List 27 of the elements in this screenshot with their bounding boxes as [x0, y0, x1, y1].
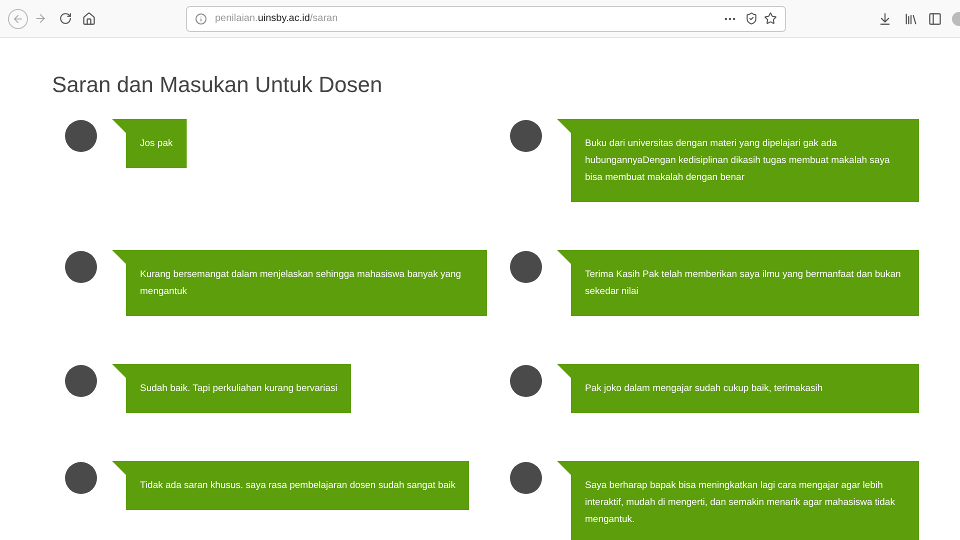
- comment-bubble: Buku dari universitas dengan materi yang dipelajari gak ada hubungannyaDengan kedisiplinan dikasih tugas membuat makalah saya bisa membuat makalah dengan benar: [557, 119, 919, 202]
- avatar: [510, 251, 542, 283]
- comment-bubble: Kurang bersemangat dalam menjelaskan sehingga mahasiswa banyak yang mengantuk: [112, 250, 487, 316]
- library-icon[interactable]: [904, 12, 918, 26]
- comment-bubble: Pak joko dalam mengajar sudah cukup baik, terimakasih: [557, 364, 919, 413]
- address-bar[interactable]: penilaian.uinsby.ac.id/saran: [186, 6, 786, 32]
- avatar: [510, 365, 542, 397]
- home-button[interactable]: [82, 12, 96, 26]
- avatar: [510, 462, 542, 494]
- page-title: Saran dan Masukan Untuk Dosen: [52, 72, 384, 98]
- avatar: [65, 251, 97, 283]
- download-icon[interactable]: [878, 12, 892, 26]
- comment-bubble: Jos pak: [112, 119, 187, 168]
- back-arrow-icon: [12, 12, 24, 24]
- comment-bubble: Tidak ada saran khusus. saya rasa pembelajaran dosen sudah sangat baik: [112, 461, 470, 510]
- info-icon[interactable]: [195, 12, 207, 24]
- reload-button[interactable]: [59, 12, 72, 25]
- comment-bubble: Terima Kasih Pak telah memberikan saya ilmu yang bermanfaat dan bukan sekedar nilai: [557, 250, 919, 316]
- avatar: [65, 462, 97, 494]
- url-text: penilaian.uinsby.ac.id/saran: [215, 12, 338, 26]
- avatar: [510, 120, 542, 152]
- sidebar-icon[interactable]: [928, 12, 942, 26]
- avatar: [65, 120, 97, 152]
- comment-bubble: Sudah baik. Tapi perkuliahan kurang bervariasi: [112, 364, 352, 413]
- comment-bubble: Saya berharap bapak bisa meningkatkan lagi cara mengajar agar lebih interaktif, mudah di mengerti, dan semakin menarik agar mahasiswa tidak mengantuk.: [557, 461, 919, 540]
- bookmark-star-icon[interactable]: [764, 12, 777, 25]
- avatar: [65, 365, 97, 397]
